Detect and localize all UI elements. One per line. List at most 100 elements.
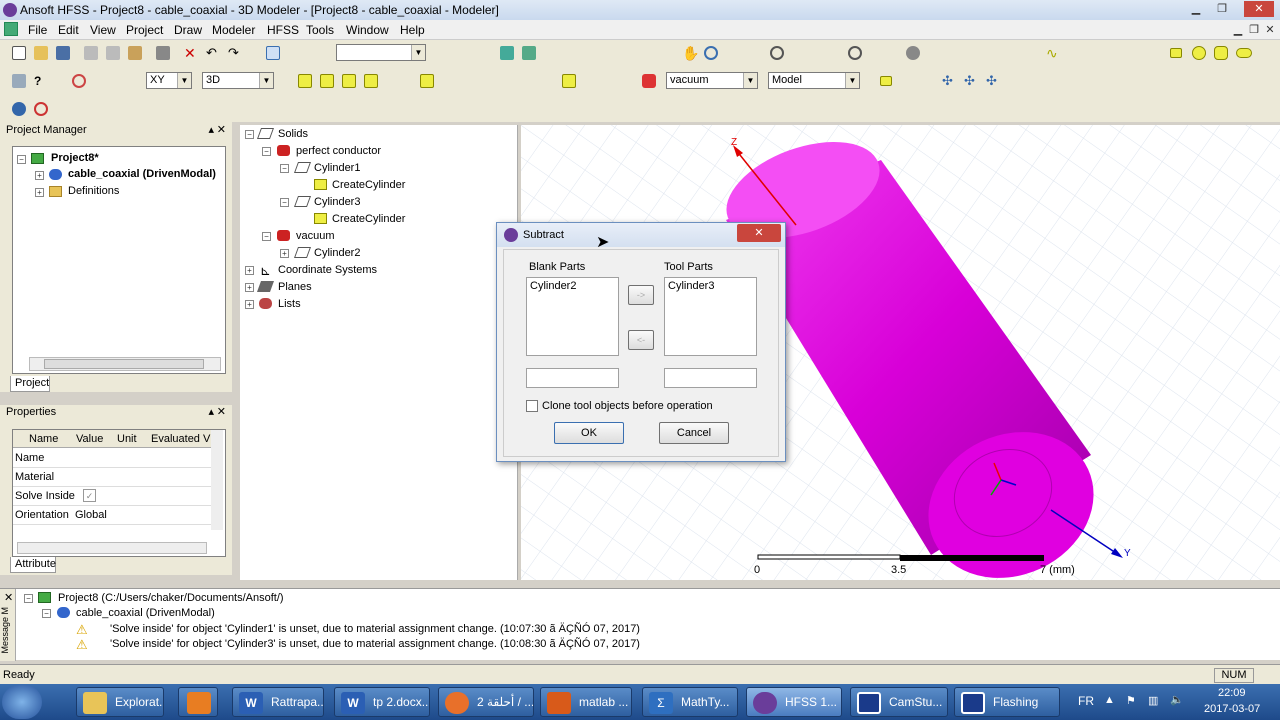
- move-to-blank-button[interactable]: <-: [628, 330, 654, 350]
- horizontal-scrollbar[interactable]: [17, 542, 207, 554]
- subtract-icon[interactable]: [562, 74, 576, 88]
- task-word-1[interactable]: W Rattrapa...: [232, 687, 324, 717]
- tool-part-item[interactable]: Cylinder3: [668, 280, 714, 292]
- redo-icon[interactable]: ↷: [228, 46, 242, 60]
- expand-icon[interactable]: +: [245, 300, 254, 309]
- clock-time[interactable]: 22:09: [1218, 687, 1246, 699]
- message-design[interactable]: cable_coaxial (DrivenModal): [76, 607, 215, 619]
- render-icon[interactable]: [906, 46, 920, 60]
- pan-icon[interactable]: ✋: [682, 46, 699, 60]
- expand-icon[interactable]: −: [262, 232, 271, 241]
- clone-checkbox[interactable]: [526, 400, 538, 412]
- expand-icon[interactable]: −: [245, 130, 254, 139]
- blank-parts-list[interactable]: Cylinder2: [526, 277, 619, 356]
- analyze-icon[interactable]: [522, 46, 536, 60]
- snap-icon[interactable]: [880, 76, 892, 86]
- task-mathtype[interactable]: Σ MathTy...: [642, 687, 738, 717]
- menu-window[interactable]: Window: [346, 23, 389, 37]
- dialog-titlebar[interactable]: Subtract ✕: [497, 223, 785, 247]
- open-icon[interactable]: [34, 46, 48, 60]
- message-line-2[interactable]: 'Solve inside' for object 'Cylinder3' is…: [110, 638, 640, 650]
- zoom-icon[interactable]: [770, 46, 784, 60]
- tool-parts-list[interactable]: Cylinder3: [664, 277, 757, 356]
- network-icon[interactable]: ▥: [1148, 694, 1158, 707]
- material-icon[interactable]: [642, 74, 656, 88]
- snap-vertex-icon[interactable]: ✣: [942, 74, 956, 88]
- flag-icon[interactable]: ⚑: [1126, 694, 1136, 707]
- table-row[interactable]: Material: [13, 468, 213, 487]
- pin-icon[interactable]: ▴: [208, 123, 214, 136]
- task-explorer[interactable]: Explorat...: [76, 687, 164, 717]
- delete-icon[interactable]: ✕: [184, 46, 198, 60]
- undo-icon[interactable]: ↶: [206, 46, 220, 60]
- panel-close-icon[interactable]: ✕: [217, 123, 226, 136]
- menu-hfss[interactable]: HFSS: [267, 23, 299, 37]
- table-row[interactable]: Name: [13, 449, 213, 468]
- radiation-icon[interactable]: [34, 102, 48, 116]
- vertical-scrollbar[interactable]: [211, 430, 223, 530]
- start-button[interactable]: [2, 685, 42, 719]
- save-icon[interactable]: [56, 46, 70, 60]
- menu-file[interactable]: File: [28, 23, 47, 37]
- sphere-icon[interactable]: [342, 74, 356, 88]
- project-tab[interactable]: Project: [10, 376, 50, 392]
- tool-parts-edit[interactable]: [664, 368, 757, 388]
- tree-cylinder2[interactable]: Cylinder2: [314, 247, 360, 259]
- tree-design[interactable]: cable_coaxial (DrivenModal): [68, 168, 216, 180]
- task-hfss[interactable]: HFSS 1...: [746, 687, 842, 717]
- new-icon[interactable]: [12, 46, 26, 60]
- scroll-thumb[interactable]: [44, 359, 204, 369]
- print-icon[interactable]: [156, 46, 170, 60]
- menu-tools[interactable]: Tools: [306, 23, 334, 37]
- tree-planes[interactable]: Planes: [278, 281, 312, 293]
- snap-face-icon[interactable]: ✣: [986, 74, 1000, 88]
- tree-definitions[interactable]: Definitions: [68, 185, 119, 197]
- tree-solids[interactable]: Solids: [278, 128, 308, 140]
- maximize-button[interactable]: ❐: [1212, 1, 1232, 17]
- expand-icon[interactable]: +: [280, 249, 289, 258]
- expand-icon[interactable]: −: [280, 198, 289, 207]
- menu-draw[interactable]: Draw: [174, 23, 202, 37]
- expand-icon[interactable]: −: [24, 594, 33, 603]
- expand-icon[interactable]: +: [35, 188, 44, 197]
- cylinder-icon[interactable]: [320, 74, 334, 88]
- unite-icon[interactable]: [420, 74, 434, 88]
- rectangle-icon[interactable]: [1170, 48, 1182, 58]
- paste-icon[interactable]: [128, 46, 142, 60]
- message-project[interactable]: Project8 (C:/Users/chaker/Documents/Anso…: [58, 592, 284, 604]
- rotate-icon[interactable]: [704, 46, 718, 60]
- boundary-icon[interactable]: [72, 74, 86, 88]
- model-combo[interactable]: Model ▼: [768, 72, 860, 89]
- tree-cylinder3[interactable]: Cylinder3: [314, 196, 360, 208]
- col-evaluated[interactable]: Evaluated V: [151, 433, 210, 445]
- tree-project[interactable]: Project8*: [51, 152, 99, 164]
- panel-close-icon[interactable]: ✕: [217, 405, 226, 418]
- fit-all-icon[interactable]: [848, 46, 862, 60]
- selection-combo[interactable]: ▼: [336, 44, 426, 61]
- tree-cylinder1[interactable]: Cylinder1: [314, 162, 360, 174]
- tree-coordinate-systems[interactable]: Coordinate Systems: [278, 264, 377, 276]
- message-close-icon[interactable]: ✕: [4, 591, 13, 604]
- task-media[interactable]: [178, 687, 218, 717]
- col-unit[interactable]: Unit: [117, 433, 137, 445]
- expand-icon[interactable]: −: [42, 609, 51, 618]
- pin-icon[interactable]: ▴: [208, 405, 214, 418]
- language-indicator[interactable]: FR: [1078, 694, 1094, 708]
- expand-icon[interactable]: +: [245, 266, 254, 275]
- table-row[interactable]: Solve Inside ✓: [13, 487, 213, 506]
- menu-project[interactable]: Project: [126, 23, 163, 37]
- view-combo[interactable]: 3D ▼: [202, 72, 274, 89]
- cut-icon[interactable]: [84, 46, 98, 60]
- copy-icon[interactable]: [106, 46, 120, 60]
- task-word-2[interactable]: Wtp 2.docx...: [334, 687, 430, 717]
- expand-icon[interactable]: +: [35, 171, 44, 180]
- task-matlab[interactable]: matlab ...: [540, 687, 632, 717]
- minimize-button[interactable]: ▁: [1186, 1, 1206, 17]
- validate-icon[interactable]: [500, 46, 514, 60]
- box-icon[interactable]: [298, 74, 312, 88]
- volume-icon[interactable]: 🔈: [1170, 693, 1184, 706]
- wizard-icon[interactable]: [12, 74, 26, 88]
- plane-combo[interactable]: XY ▼: [146, 72, 192, 89]
- tree-create-cylinder1[interactable]: CreateCylinder: [332, 179, 405, 191]
- polygon-icon[interactable]: [1214, 46, 1228, 60]
